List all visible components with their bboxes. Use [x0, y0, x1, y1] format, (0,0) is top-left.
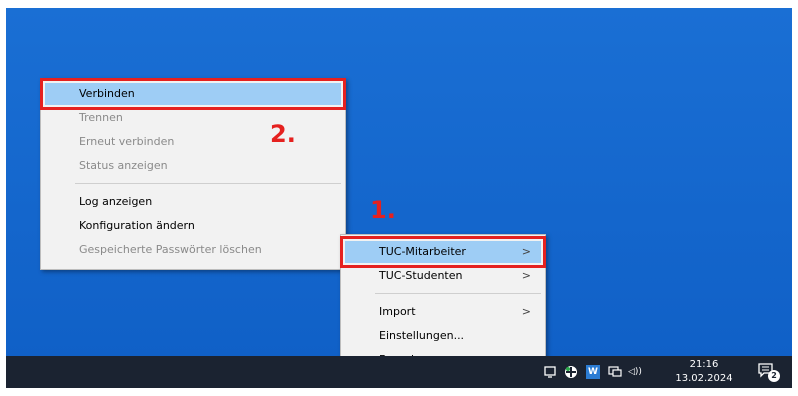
menu-item-verbinden[interactable]: Verbinden: [45, 83, 341, 105]
step-2-label: 2.: [270, 120, 296, 148]
menu-item-erneut-verbinden[interactable]: Erneut verbinden: [45, 131, 341, 153]
menu-item-konfiguration-aendern[interactable]: Konfiguration ändern: [45, 215, 341, 237]
taskbar-clock[interactable]: 21:16 13.02.2024: [674, 358, 734, 386]
menu-item-label: TUC-Studenten: [379, 269, 463, 282]
menu-item-einstellungen[interactable]: Einstellungen...: [345, 325, 541, 347]
menu-separator: [375, 293, 541, 294]
menu-item-passwoerter-loeschen[interactable]: Gespeicherte Passwörter löschen: [45, 239, 341, 261]
menu-item-import[interactable]: Import >: [345, 301, 541, 323]
volume-icon[interactable]: ◁)): [628, 365, 650, 379]
menu-item-label: TUC-Mitarbeiter: [379, 245, 466, 258]
monitor-icon[interactable]: [544, 365, 558, 379]
submenu-arrow-icon: >: [521, 269, 531, 282]
menu-item-tuc-mitarbeiter[interactable]: TUC-Mitarbeiter >: [345, 241, 541, 263]
menu-item-label: Import: [379, 305, 416, 318]
step-1-label: 1.: [370, 196, 396, 224]
menu-separator: [75, 183, 341, 184]
clock-time: 21:16: [689, 359, 719, 370]
menu-item-log-anzeigen[interactable]: Log anzeigen: [45, 191, 341, 213]
desktop: Verbinden Trennen Erneut verbinden Statu…: [6, 8, 792, 388]
network-icon[interactable]: [608, 365, 622, 379]
word-icon[interactable]: W: [586, 365, 600, 379]
vpn-context-menu: Verbinden Trennen Erneut verbinden Statu…: [40, 78, 346, 270]
taskbar: W ◁)) 21:16 13.02.2024 2: [6, 356, 792, 388]
submenu-arrow-icon: >: [521, 245, 531, 258]
shield-icon[interactable]: [564, 365, 578, 379]
submenu-arrow-icon: >: [521, 305, 531, 318]
clock-date: 13.02.2024: [675, 373, 733, 384]
notification-center-button[interactable]: 2: [758, 362, 780, 382]
menu-item-trennen[interactable]: Trennen: [45, 107, 341, 129]
menu-item-status-anzeigen[interactable]: Status anzeigen: [45, 155, 341, 177]
menu-item-tuc-studenten[interactable]: TUC-Studenten >: [345, 265, 541, 287]
notification-count-badge: 2: [768, 370, 780, 382]
